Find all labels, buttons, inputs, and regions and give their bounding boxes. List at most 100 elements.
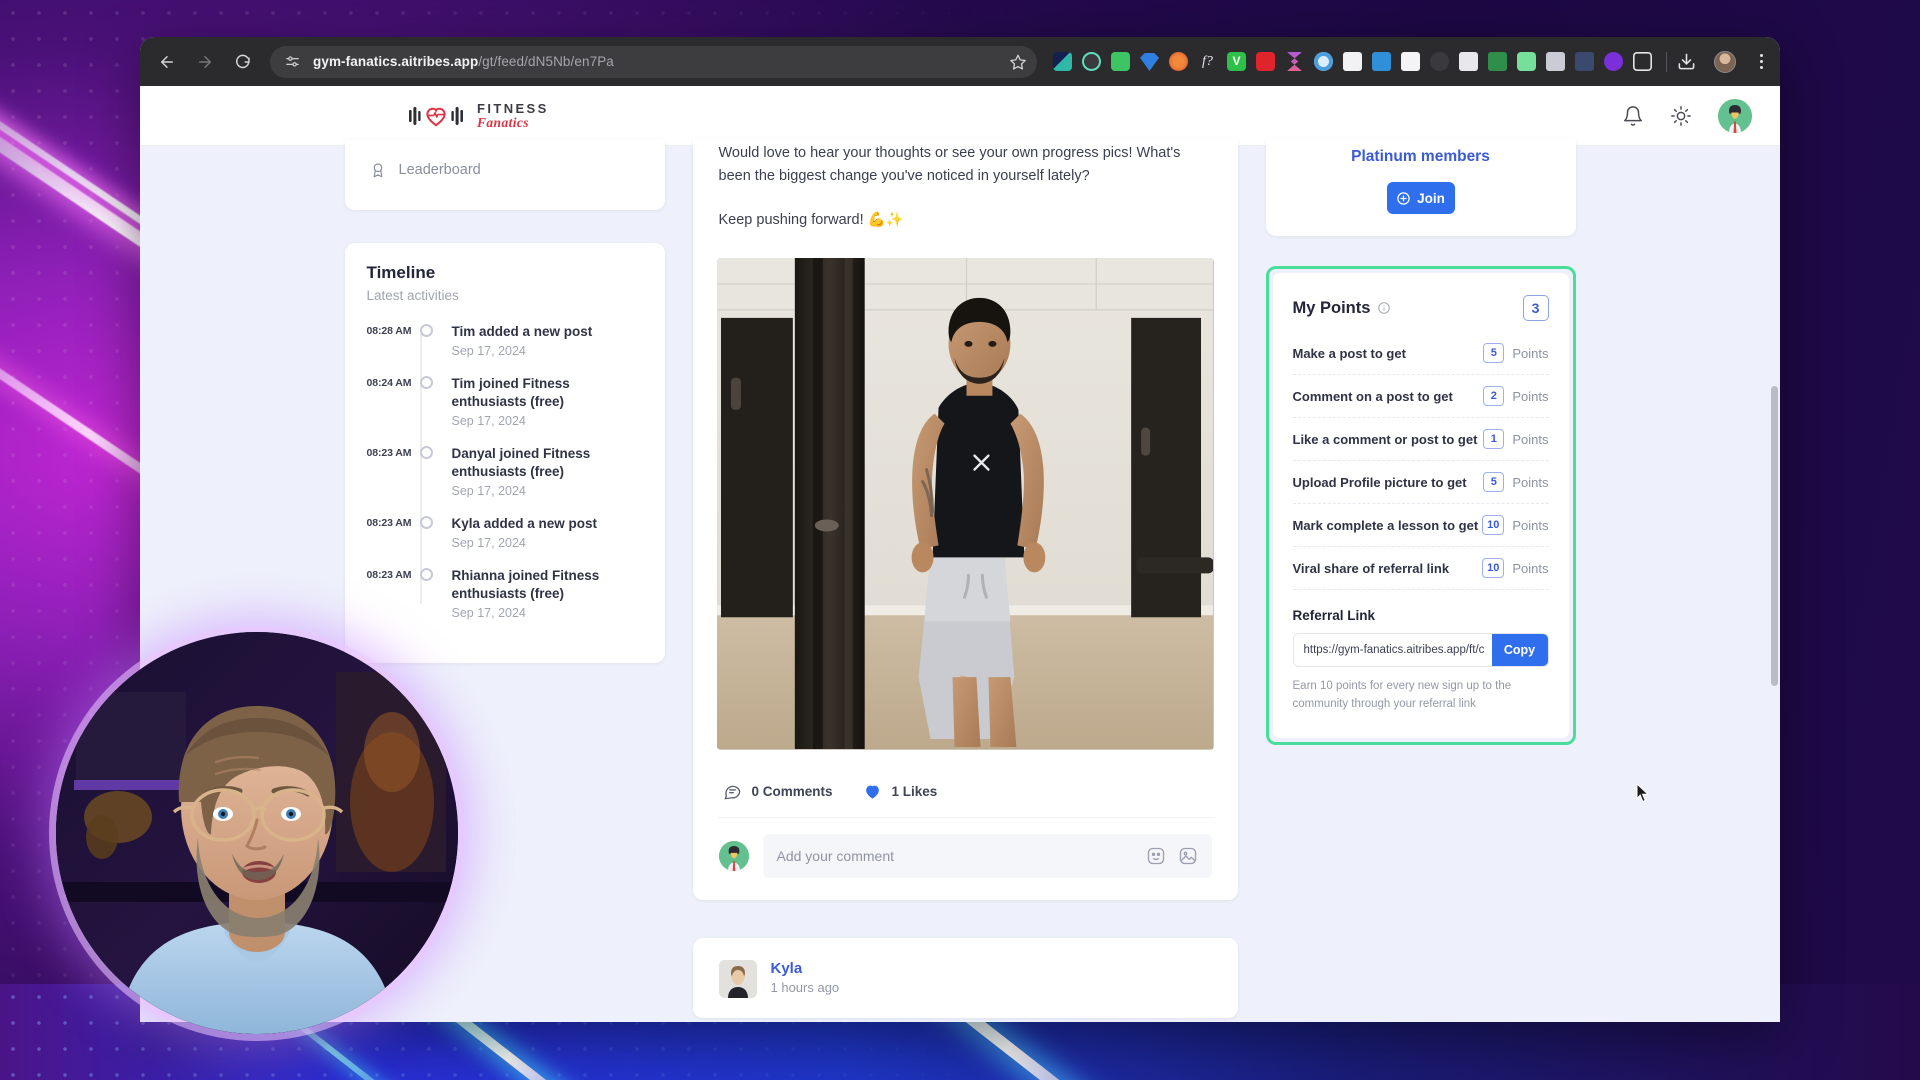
logo-line-1: FITNESS	[477, 100, 549, 116]
back-button[interactable]	[150, 45, 184, 79]
mouse-cursor	[1636, 783, 1650, 803]
site-logo[interactable]: FITNESS Fanatics	[408, 102, 549, 130]
comments-button[interactable]: 0 Comments	[723, 782, 833, 801]
timeline-time: 08:23 AM	[366, 446, 412, 459]
extension-icon-3[interactable]	[1111, 52, 1130, 71]
extension-icon-8[interactable]	[1256, 52, 1275, 71]
list-item[interactable]: 08:23 AM Danyal joined Fitness enthusias…	[367, 445, 643, 498]
info-icon[interactable]	[1377, 301, 1391, 315]
gif-image-icon[interactable]	[1178, 846, 1198, 866]
points-value: 10	[1482, 558, 1505, 578]
avatar	[718, 960, 757, 999]
likes-button[interactable]: 1 Likes	[863, 782, 937, 801]
kebab-menu-icon[interactable]	[1752, 53, 1770, 71]
list-item[interactable]: 08:23 AM Rhianna joined Fitness enthusia…	[367, 567, 643, 620]
post-image[interactable]	[716, 258, 1214, 751]
timeline-time: 08:23 AM	[366, 516, 412, 529]
url-text: gym-fanatics.aitribes.app/gt/feed/dN5Nb/…	[313, 54, 1001, 69]
extension-icon-6[interactable]: f?	[1198, 52, 1217, 71]
extension-icon-1[interactable]	[1053, 52, 1072, 71]
comment-input[interactable]: Add your comment	[762, 834, 1212, 879]
referral-link-input[interactable]: https://gym-fanatics.aitribes.app/ft/c	[1293, 634, 1492, 666]
extension-icon-5[interactable]	[1169, 52, 1188, 71]
sun-icon[interactable]	[1670, 105, 1692, 127]
page-title: My Points	[1292, 298, 1371, 317]
points-rule-value: 5 Points	[1483, 343, 1549, 363]
sidebar-item-leaderboard[interactable]: Leaderboard	[345, 152, 665, 188]
extension-icon-7[interactable]: V	[1227, 52, 1246, 71]
join-button[interactable]: Join	[1386, 182, 1455, 214]
list-item[interactable]: 08:24 AM Tim joined Fitness enthusiasts …	[367, 375, 643, 428]
extension-icon-4[interactable]	[1140, 52, 1159, 71]
points-rule-label: Comment on a post to get	[1292, 388, 1453, 404]
extension-icon-12[interactable]	[1372, 52, 1391, 71]
table-row: Mark complete a lesson to get 10 Points	[1292, 504, 1549, 547]
extension-icon-2[interactable]	[1082, 52, 1101, 71]
points-rule-label: Like a comment or post to get	[1292, 431, 1478, 447]
points-rule-label: Make a post to get	[1292, 345, 1406, 361]
timeline-card: Timeline Latest activities 08:28 AM Tim …	[344, 243, 665, 663]
header-actions	[1622, 98, 1752, 133]
reload-button[interactable]	[226, 45, 260, 79]
timeline-text: Tim added a new post	[451, 324, 593, 339]
comments-count-label: 0 Comments	[751, 784, 833, 800]
timeline-text: Danyal joined Fitness enthusiasts (free)	[451, 445, 591, 479]
site-logo-text: FITNESS Fanatics	[477, 102, 549, 130]
copy-button[interactable]: Copy	[1491, 634, 1548, 666]
page-scrollbar[interactable]	[1771, 386, 1778, 686]
points-value: 5	[1483, 472, 1505, 492]
url-path: /gt/feed/dN5Nb/en7Pa	[478, 54, 614, 69]
points-rule-value: 1 Points	[1483, 429, 1549, 449]
extension-icon-18[interactable]	[1546, 52, 1565, 71]
webcam-overlay	[56, 632, 458, 1034]
timeline-body: Danyal joined Fitness enthusiasts (free)…	[437, 445, 643, 498]
extensions-puzzle-icon[interactable]	[1633, 52, 1652, 71]
extension-icon-16[interactable]	[1488, 52, 1507, 71]
list-item[interactable]: 08:28 AM Tim added a new post Sep 17, 20…	[367, 323, 643, 358]
extension-icon-13[interactable]	[1401, 52, 1420, 71]
timeline-dot-icon	[417, 567, 437, 620]
browser-toolbar: gym-fanatics.aitribes.app/gt/feed/dN5Nb/…	[140, 37, 1780, 86]
points-unit: Points	[1512, 388, 1549, 404]
extension-icon-14[interactable]	[1430, 52, 1449, 71]
extension-icon-20[interactable]	[1604, 52, 1623, 71]
points-value: 2	[1483, 386, 1505, 406]
extension-icon-9[interactable]	[1286, 52, 1303, 71]
site-settings-icon[interactable]	[284, 53, 301, 70]
next-post-card[interactable]: Kyla 1 hours ago	[692, 938, 1238, 1019]
extension-icon-19[interactable]	[1575, 52, 1594, 71]
timeline-text: Tim joined Fitness enthusiasts (free)	[451, 375, 570, 409]
timeline-date: Sep 17, 2024	[451, 605, 526, 620]
extension-icon-10[interactable]	[1314, 52, 1333, 71]
post-author[interactable]: Kyla	[771, 960, 840, 977]
points-unit: Points	[1512, 345, 1549, 361]
avatar	[718, 841, 749, 872]
comment-icon	[723, 786, 740, 800]
timeline-date: Sep 17, 2024	[451, 343, 526, 358]
timeline-dot-icon	[417, 515, 437, 550]
timeline-body: Kyla added a new post Sep 17, 2024	[437, 515, 598, 550]
heart-icon	[865, 786, 879, 800]
points-rule-label: Viral share of referral link	[1292, 560, 1450, 576]
emoji-icon[interactable]	[1146, 846, 1166, 866]
download-icon[interactable]	[1677, 52, 1696, 71]
points-value: 1	[1483, 429, 1505, 449]
extension-icon-15[interactable]	[1459, 52, 1478, 71]
referral-link-title: Referral Link	[1292, 608, 1376, 623]
extension-icon-11[interactable]	[1343, 52, 1362, 71]
list-item[interactable]: 08:23 AM Kyla added a new post Sep 17, 2…	[367, 515, 643, 550]
timeline-time: 08:23 AM	[366, 568, 412, 581]
star-icon[interactable]	[1009, 53, 1027, 71]
timeline-time: 08:24 AM	[366, 376, 412, 389]
points-rule-label: Mark complete a lesson to get	[1292, 517, 1479, 533]
points-unit: Points	[1512, 474, 1549, 490]
forward-button[interactable]	[188, 45, 222, 79]
bell-icon[interactable]	[1622, 105, 1644, 127]
next-post-meta: Kyla 1 hours ago	[771, 960, 840, 995]
extension-icon-17[interactable]	[1517, 52, 1536, 71]
feed-column: Would love to hear your thoughts or see …	[692, 138, 1238, 1022]
platinum-title: Platinum members	[1351, 148, 1490, 165]
address-bar[interactable]: gym-fanatics.aitribes.app/gt/feed/dN5Nb/…	[270, 45, 1037, 78]
avatar[interactable]	[1718, 98, 1752, 133]
browser-profile-avatar[interactable]	[1714, 50, 1736, 73]
